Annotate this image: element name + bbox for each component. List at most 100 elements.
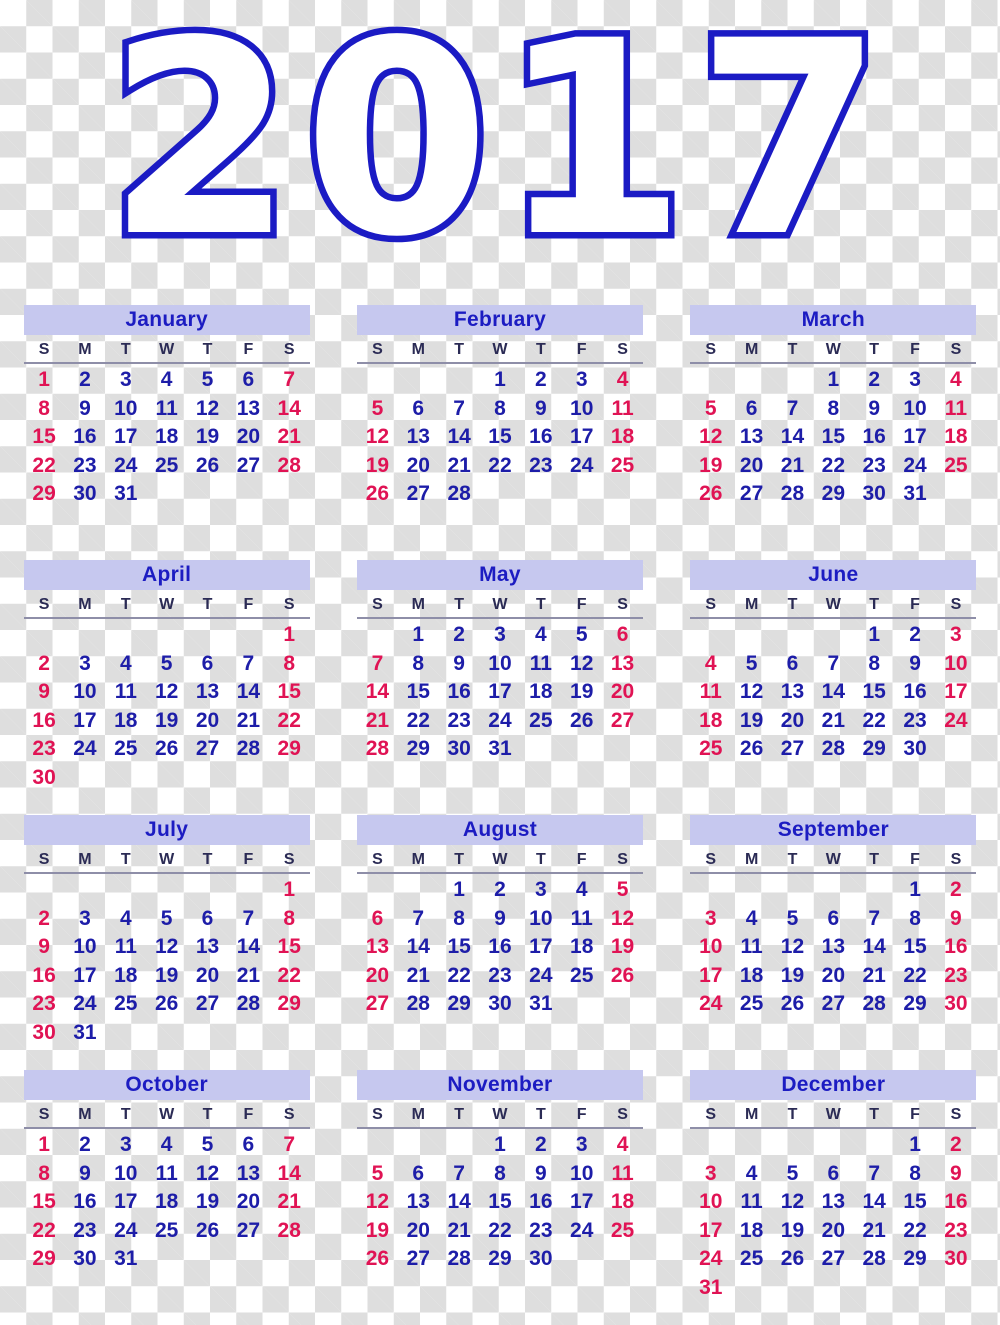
day-cell[interactable]: 14 — [813, 678, 854, 707]
day-cell[interactable]: 25 — [731, 1245, 772, 1274]
day-cell[interactable]: 18 — [690, 707, 731, 736]
day-cell[interactable]: 20 — [398, 1217, 439, 1246]
day-cell[interactable]: 20 — [187, 707, 228, 736]
day-cell[interactable]: 3 — [105, 1131, 146, 1160]
day-cell[interactable]: 11 — [520, 650, 561, 679]
day-cell[interactable]: 30 — [935, 1245, 976, 1274]
day-cell[interactable]: 19 — [772, 1217, 813, 1246]
day-cell[interactable]: 19 — [731, 707, 772, 736]
day-cell[interactable]: 24 — [105, 1217, 146, 1246]
day-cell[interactable]: 9 — [520, 395, 561, 424]
day-cell[interactable]: 8 — [895, 905, 936, 934]
day-cell[interactable]: 21 — [439, 452, 480, 481]
day-cell[interactable]: 25 — [146, 452, 187, 481]
day-cell[interactable]: 22 — [439, 962, 480, 991]
day-cell[interactable]: 6 — [398, 1160, 439, 1189]
day-cell[interactable]: 2 — [935, 1131, 976, 1160]
day-cell[interactable]: 21 — [398, 962, 439, 991]
day-cell[interactable]: 4 — [146, 1131, 187, 1160]
day-cell[interactable]: 5 — [772, 1160, 813, 1189]
day-cell[interactable]: 19 — [602, 933, 643, 962]
day-cell[interactable]: 1 — [269, 621, 310, 650]
day-cell[interactable]: 10 — [105, 395, 146, 424]
day-cell[interactable]: 24 — [561, 452, 602, 481]
day-cell[interactable]: 5 — [146, 650, 187, 679]
day-cell[interactable]: 16 — [935, 933, 976, 962]
day-cell[interactable]: 9 — [439, 650, 480, 679]
day-cell[interactable]: 28 — [813, 735, 854, 764]
day-cell[interactable]: 28 — [854, 1245, 895, 1274]
day-cell[interactable]: 1 — [854, 621, 895, 650]
day-cell[interactable]: 27 — [772, 735, 813, 764]
day-cell[interactable]: 14 — [228, 678, 269, 707]
day-cell[interactable]: 1 — [269, 876, 310, 905]
day-cell[interactable]: 7 — [269, 1131, 310, 1160]
day-cell[interactable]: 6 — [813, 1160, 854, 1189]
day-cell[interactable]: 30 — [24, 764, 65, 793]
day-cell[interactable]: 26 — [357, 1245, 398, 1274]
day-cell[interactable]: 24 — [895, 452, 936, 481]
day-cell[interactable]: 21 — [228, 962, 269, 991]
day-cell[interactable]: 16 — [854, 423, 895, 452]
day-cell[interactable]: 12 — [772, 1188, 813, 1217]
day-cell[interactable]: 22 — [813, 452, 854, 481]
day-cell[interactable]: 13 — [813, 1188, 854, 1217]
day-cell[interactable]: 23 — [65, 452, 106, 481]
day-cell[interactable]: 25 — [731, 990, 772, 1019]
day-cell[interactable]: 19 — [146, 707, 187, 736]
day-cell[interactable]: 29 — [24, 480, 65, 509]
day-cell[interactable]: 10 — [65, 933, 106, 962]
day-cell[interactable]: 10 — [895, 395, 936, 424]
day-cell[interactable]: 11 — [105, 678, 146, 707]
day-cell[interactable]: 5 — [602, 876, 643, 905]
day-cell[interactable]: 15 — [24, 1188, 65, 1217]
day-cell[interactable]: 5 — [187, 1131, 228, 1160]
day-cell[interactable]: 29 — [895, 1245, 936, 1274]
day-cell[interactable]: 1 — [398, 621, 439, 650]
day-cell[interactable]: 19 — [357, 1217, 398, 1246]
day-cell[interactable]: 2 — [520, 366, 561, 395]
day-cell[interactable]: 4 — [602, 366, 643, 395]
day-cell[interactable]: 17 — [65, 962, 106, 991]
day-cell[interactable]: 9 — [65, 395, 106, 424]
day-cell[interactable]: 29 — [813, 480, 854, 509]
day-cell[interactable]: 25 — [520, 707, 561, 736]
day-cell[interactable]: 4 — [731, 905, 772, 934]
day-cell[interactable]: 16 — [895, 678, 936, 707]
day-cell[interactable]: 31 — [480, 735, 521, 764]
day-cell[interactable]: 9 — [520, 1160, 561, 1189]
day-cell[interactable]: 17 — [935, 678, 976, 707]
day-cell[interactable]: 8 — [269, 905, 310, 934]
day-cell[interactable]: 8 — [24, 1160, 65, 1189]
day-cell[interactable]: 22 — [854, 707, 895, 736]
day-cell[interactable]: 30 — [65, 480, 106, 509]
day-cell[interactable]: 3 — [895, 366, 936, 395]
day-cell[interactable]: 11 — [731, 1188, 772, 1217]
day-cell[interactable]: 18 — [731, 1217, 772, 1246]
day-cell[interactable]: 7 — [772, 395, 813, 424]
day-cell[interactable]: 28 — [269, 1217, 310, 1246]
day-cell[interactable]: 14 — [269, 395, 310, 424]
day-cell[interactable]: 2 — [895, 621, 936, 650]
day-cell[interactable]: 7 — [357, 650, 398, 679]
day-cell[interactable]: 4 — [731, 1160, 772, 1189]
day-cell[interactable]: 22 — [895, 962, 936, 991]
day-cell[interactable]: 6 — [228, 1131, 269, 1160]
day-cell[interactable]: 25 — [561, 962, 602, 991]
day-cell[interactable]: 30 — [935, 990, 976, 1019]
day-cell[interactable]: 20 — [357, 962, 398, 991]
day-cell[interactable]: 22 — [269, 707, 310, 736]
day-cell[interactable]: 26 — [731, 735, 772, 764]
day-cell[interactable]: 14 — [357, 678, 398, 707]
day-cell[interactable]: 23 — [854, 452, 895, 481]
day-cell[interactable]: 26 — [187, 452, 228, 481]
day-cell[interactable]: 11 — [731, 933, 772, 962]
day-cell[interactable]: 7 — [813, 650, 854, 679]
day-cell[interactable]: 8 — [398, 650, 439, 679]
day-cell[interactable]: 27 — [398, 1245, 439, 1274]
day-cell[interactable]: 22 — [398, 707, 439, 736]
day-cell[interactable]: 2 — [935, 876, 976, 905]
day-cell[interactable]: 27 — [813, 990, 854, 1019]
day-cell[interactable]: 24 — [105, 452, 146, 481]
day-cell[interactable]: 24 — [690, 1245, 731, 1274]
